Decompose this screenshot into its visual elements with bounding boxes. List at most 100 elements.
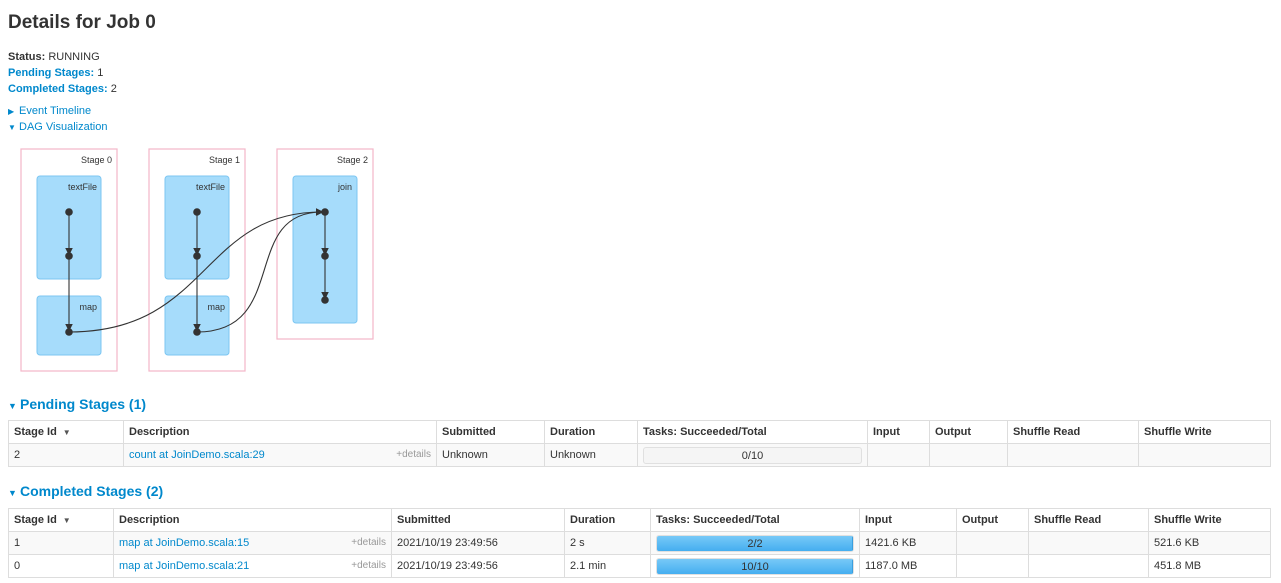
stage-id-cell: 0 [8,554,114,578]
duration-cell: Unknown [544,443,638,467]
submitted-cell: Unknown [436,443,545,467]
sort-desc-icon[interactable]: ▼ [63,516,71,525]
stage-1-label: Stage 1 [209,155,240,165]
column-header-output[interactable]: Output [929,420,1008,444]
details-toggle[interactable]: +details [351,560,386,571]
column-header-stage-id[interactable]: Stage Id ▼ [8,508,114,532]
event-timeline-toggle[interactable]: ▶ Event Timeline [8,105,91,117]
column-header-stage-id[interactable]: Stage Id ▼ [8,420,124,444]
sort-desc-icon[interactable]: ▼ [63,428,71,437]
table-row: 1 map at JoinDemo.scala:15 +details 2021… [8,531,1271,555]
event-timeline-label[interactable]: Event Timeline [19,105,91,117]
details-toggle[interactable]: +details [396,449,431,460]
progress-text: 10/10 [741,560,769,573]
tasks-cell: 10/10 [650,554,860,578]
input-cell: 1187.0 MB [859,554,957,578]
rdd-node[interactable] [321,296,329,304]
task-progress-bar: 0/10 [643,446,862,464]
column-header-description[interactable]: Description [113,508,392,532]
cluster-label: textFile [196,182,225,192]
column-header-submitted[interactable]: Submitted [391,508,565,532]
table-header-row: Stage Id ▼ Description Submitted Duration… [8,420,1271,444]
output-cell [929,443,1008,467]
duration-cell: 2 s [564,531,651,555]
stage-0-label: Stage 0 [81,155,112,165]
output-cell [956,554,1029,578]
stage-description-link[interactable]: map at JoinDemo.scala:21 [119,560,249,572]
pending-stages-title: Pending Stages (1) [20,396,147,412]
rdd-node[interactable] [321,208,329,216]
cluster-label: map [79,302,97,312]
pending-stages-count: 1 [97,67,104,79]
description-cell: map at JoinDemo.scala:15 +details [113,531,392,555]
shuffle-read-cell [1028,554,1149,578]
status-value: RUNNING [48,51,100,63]
rdd-node[interactable] [193,252,201,260]
stage-description-link[interactable]: count at JoinDemo.scala:29 [129,449,265,461]
duration-cell: 2.1 min [564,554,651,578]
rdd-node[interactable] [65,252,73,260]
completed-stages-header[interactable]: ▼ Completed Stages (2) [8,483,163,499]
column-header-tasks[interactable]: Tasks: Succeeded/Total [637,420,868,444]
rdd-node[interactable] [65,208,73,216]
column-header-description[interactable]: Description [123,420,437,444]
rdd-node[interactable] [65,328,73,336]
dag-visualization-label[interactable]: DAG Visualization [19,121,107,133]
description-cell: count at JoinDemo.scala:29 +details [123,443,437,467]
column-header-shuffle-write[interactable]: Shuffle Write [1138,420,1271,444]
tasks-cell: 0/10 [637,443,868,467]
caret-down-icon: ▼ [8,488,17,498]
rdd-node[interactable] [193,208,201,216]
cluster-label: map [207,302,225,312]
status-label: Status: [8,51,46,63]
stage-description-link[interactable]: map at JoinDemo.scala:15 [119,537,249,549]
table-row: 0 map at JoinDemo.scala:21 +details 2021… [8,554,1271,578]
table-row: 2 count at JoinDemo.scala:29 +details Un… [8,443,1271,467]
submitted-cell: 2021/10/19 23:49:56 [391,531,565,555]
table-header-row: Stage Id ▼ Description Submitted Duration… [8,508,1271,532]
job-summary: Status: RUNNING Pending Stages: 1 Comple… [8,49,117,97]
progress-text: 0/10 [741,449,764,462]
completed-stages-count: 2 [110,83,117,95]
stage-id-cell: 2 [8,443,124,467]
shuffle-write-cell: 451.8 MB [1148,554,1271,578]
dag-visualization[interactable]: Stage 0 textFile map Stage 1 textFile ma… [0,140,400,380]
shuffle-read-cell [1028,531,1149,555]
input-cell: 1421.6 KB [859,531,957,555]
column-header-shuffle-read[interactable]: Shuffle Read [1028,508,1149,532]
caret-down-icon: ▼ [8,401,17,411]
dag-visualization-toggle[interactable]: ▼ DAG Visualization [8,121,107,133]
page-title: Details for Job 0 [8,12,156,33]
completed-row[interactable]: Completed Stages: 2 [8,81,117,97]
column-header-input[interactable]: Input [867,420,930,444]
completed-stages-title: Completed Stages (2) [20,483,164,499]
status-row: Status: RUNNING [8,49,117,65]
output-cell [956,531,1029,555]
column-header-shuffle-write[interactable]: Shuffle Write [1148,508,1271,532]
details-toggle[interactable]: +details [351,537,386,548]
submitted-cell: 2021/10/19 23:49:56 [391,554,565,578]
pending-stages-header[interactable]: ▼ Pending Stages (1) [8,396,146,412]
rdd-node[interactable] [193,328,201,336]
column-header-submitted[interactable]: Submitted [436,420,545,444]
rdd-node[interactable] [321,252,329,260]
completed-stages-link[interactable]: Completed Stages: [8,83,108,95]
cluster-label: textFile [68,182,97,192]
shuffle-write-cell: 521.6 KB [1148,531,1271,555]
pending-row[interactable]: Pending Stages: 1 [8,65,117,81]
completed-stages-table: Stage Id ▼ Description Submitted Duration… [8,508,1271,578]
shuffle-read-cell [1007,443,1139,467]
input-cell [867,443,930,467]
caret-down-icon: ▼ [8,123,16,132]
column-header-input[interactable]: Input [859,508,957,532]
column-header-tasks[interactable]: Tasks: Succeeded/Total [650,508,860,532]
task-progress-bar: 2/2 [656,534,854,552]
stage-2-label: Stage 2 [337,155,368,165]
column-header-output[interactable]: Output [956,508,1029,532]
column-header-shuffle-read[interactable]: Shuffle Read [1007,420,1139,444]
pending-stages-link[interactable]: Pending Stages: [8,67,94,79]
cluster-label: join [337,182,352,192]
column-header-duration[interactable]: Duration [564,508,651,532]
pending-stages-table: Stage Id ▼ Description Submitted Duration… [8,420,1271,467]
column-header-duration[interactable]: Duration [544,420,638,444]
